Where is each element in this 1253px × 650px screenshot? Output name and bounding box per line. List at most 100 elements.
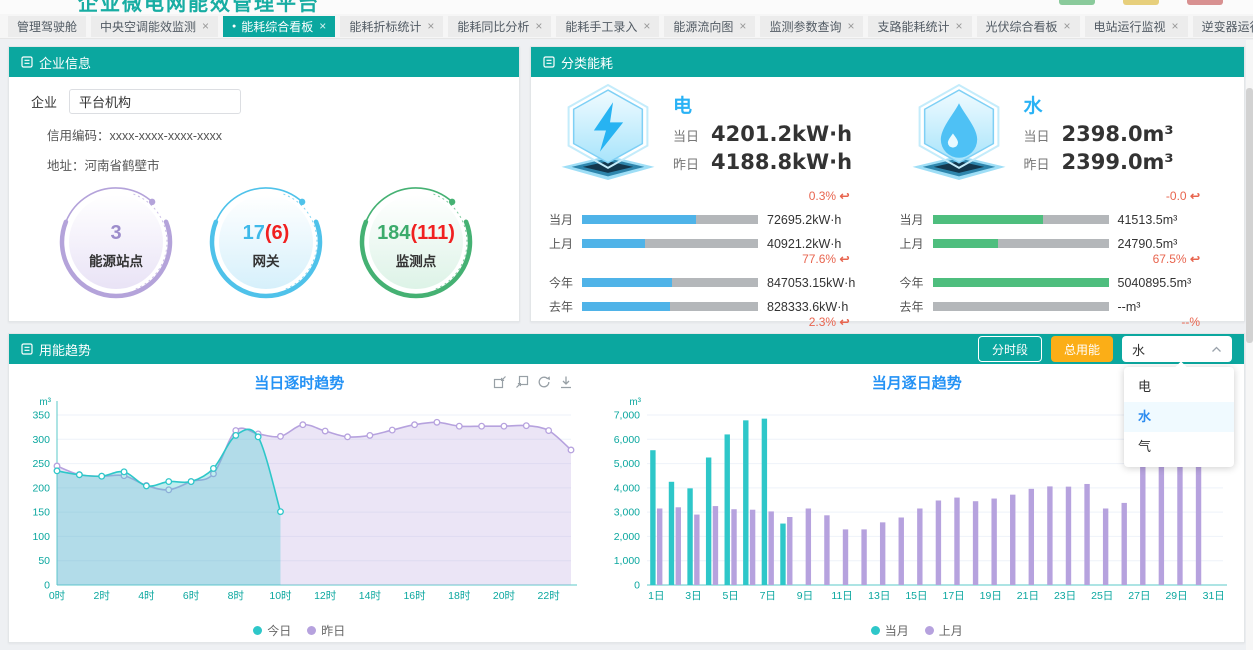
tab-close-icon[interactable]: × [847, 19, 854, 33]
area-zoom-icon[interactable] [493, 375, 507, 389]
compare-bar-track [582, 215, 758, 224]
dropdown-option[interactable]: 电 [1124, 372, 1234, 402]
svg-text:1日: 1日 [649, 590, 665, 602]
legend-item[interactable]: 昨日 [307, 622, 345, 639]
daily-value: 4188.8kW·h [711, 150, 852, 174]
dropdown-option[interactable]: 水 [1124, 402, 1234, 432]
category-icon-wrap [900, 83, 1018, 189]
daily-value-row: 当日 2398.0m³ [1024, 122, 1174, 146]
energy-type-select[interactable]: 水 [1122, 336, 1232, 362]
change-indicator: --% [900, 315, 1231, 330]
tab-label: 管理驾驶舱 [17, 18, 77, 35]
compare-bar-label: 今年 [900, 274, 924, 291]
refresh-icon[interactable] [537, 375, 551, 389]
category-energy-panel: 分类能耗 电当日4201.2kW·h昨日4188.8kW·h0.3% ↩ 当月72… [530, 46, 1245, 322]
svg-text:1,000: 1,000 [614, 555, 640, 567]
tab-close-icon[interactable]: × [535, 19, 542, 33]
svg-text:29日: 29日 [1166, 590, 1188, 602]
tab-close-icon[interactable]: × [319, 19, 326, 33]
legend-item[interactable]: 上月 [925, 622, 963, 639]
total-energy-button[interactable]: 总用能 [1051, 336, 1113, 362]
compare-bar-label: 当月 [900, 211, 924, 228]
compare-bar-fill [933, 215, 1044, 224]
svg-text:25日: 25日 [1092, 590, 1114, 602]
daily-value-row: 当日4201.2kW·h [673, 122, 852, 146]
legend-item[interactable]: 当月 [871, 622, 909, 639]
tab-item[interactable]: 管理驾驶舱 [8, 16, 86, 37]
panel-title: 分类能耗 [561, 53, 613, 72]
tab-close-icon[interactable]: × [739, 19, 746, 33]
scrollbar-thumb[interactable] [1246, 88, 1253, 343]
tab-close-icon[interactable]: × [1064, 19, 1071, 33]
stat-circle-monitor-points: 184(111)监测点 [341, 180, 491, 313]
tab-close-icon[interactable]: × [955, 19, 962, 33]
daily-value: 2398.0m³ [1062, 122, 1174, 146]
tab-close-icon[interactable]: × [202, 19, 209, 33]
tab-label: 能耗同比分析 [457, 18, 529, 35]
compare-bar-value: 847053.15kW·h [767, 276, 855, 290]
svg-text:10时: 10时 [269, 590, 292, 602]
tab-item[interactable]: 逆变器运行监视× [1193, 16, 1253, 37]
tab-item[interactable]: 能耗同比分析 × [448, 16, 551, 37]
tab-close-icon[interactable]: × [1172, 19, 1179, 33]
svg-text:m³: m³ [630, 397, 642, 408]
compare-bar-row: 上月40921.2kW·h [549, 235, 880, 252]
tab-item[interactable]: 监测参数查询× [760, 16, 863, 37]
page-scrollbar[interactable] [1246, 40, 1253, 650]
daily-value-label: 当日 [1024, 126, 1050, 145]
tab-label: 中央空调能效监测 [100, 18, 196, 35]
svg-text:2时: 2时 [94, 590, 111, 602]
tab-item[interactable]: 电站运行监视× [1085, 16, 1188, 37]
stat-circle-graphic: 17(6)网关 [191, 180, 341, 308]
svg-text:21日: 21日 [1017, 590, 1039, 602]
tab-item[interactable]: 中央空调能效监测 × [91, 16, 218, 37]
change-indicator: 0.3% ↩ [549, 189, 880, 204]
tab-item[interactable]: 能耗手工录入× [556, 16, 659, 37]
svg-text:15日: 15日 [906, 590, 928, 602]
lightning-icon [549, 83, 667, 184]
stat-value: 3 [110, 222, 121, 244]
zoom-restore-icon[interactable] [515, 375, 529, 389]
category-column-water: 水当日2398.0m³昨日2399.0m³-0.0 ↩当月41513.5m³上月… [890, 83, 1241, 330]
compare-bar-row: 当月72695.2kW·h [549, 211, 880, 228]
tab-item[interactable]: 能耗折标统计 × [340, 16, 443, 37]
svg-text:16时: 16时 [403, 590, 426, 602]
svg-text:3日: 3日 [686, 590, 702, 602]
change-indicator: 2.3% ↩ [549, 315, 880, 330]
compare-bar-row: 去年828333.6kW·h [549, 298, 880, 315]
tab-item[interactable]: 光伏综合看板× [977, 16, 1080, 37]
category-summary: 水当日2398.0m³昨日2399.0m³ [900, 83, 1231, 189]
legend-item[interactable]: 今日 [253, 622, 291, 639]
compare-bar-label: 上月 [549, 235, 573, 252]
chevron-up-icon [1211, 346, 1222, 353]
dropdown-option[interactable]: 气 [1124, 432, 1234, 462]
window-button[interactable] [1187, 0, 1223, 5]
compare-bar-track [933, 278, 1109, 287]
tab-label: 能耗折标统计 [349, 18, 421, 35]
tab-item-active[interactable]: ●能耗综合看板× [223, 16, 335, 37]
svg-text:13日: 13日 [869, 590, 891, 602]
hourly-trend-chart: 当日逐时趋势 050100150200250300350m³0时2时4时6时8时… [9, 364, 589, 642]
svg-text:17日: 17日 [943, 590, 965, 602]
time-segment-button[interactable]: 分时段 [978, 336, 1042, 362]
category-info: 电当日4201.2kW·h昨日4188.8kW·h [673, 83, 852, 189]
compare-bar-value: --m³ [1118, 300, 1141, 314]
tab-item[interactable]: 支路能耗统计× [868, 16, 971, 37]
svg-text:m³: m³ [39, 397, 51, 408]
svg-text:0时: 0时 [49, 590, 66, 602]
tab-close-icon[interactable]: × [643, 19, 650, 33]
window-button[interactable] [1059, 0, 1095, 5]
svg-text:50: 50 [38, 555, 50, 567]
svg-text:250: 250 [32, 458, 50, 470]
stat-label: 能源站点 [89, 253, 143, 269]
svg-text:7,000: 7,000 [614, 410, 640, 422]
svg-text:5日: 5日 [723, 590, 739, 602]
download-icon[interactable] [559, 375, 573, 389]
window-button[interactable] [1123, 0, 1159, 5]
tab-close-icon[interactable]: × [427, 19, 434, 33]
tab-bar: 管理驾驶舱中央空调能效监测×●能耗综合看板×能耗折标统计×能耗同比分析×能耗手工… [0, 14, 1253, 39]
panel-title: 用能趋势 [39, 340, 91, 359]
svg-text:300: 300 [32, 434, 50, 446]
tab-item[interactable]: 能源流向图× [664, 16, 755, 37]
company-input[interactable] [69, 89, 241, 114]
